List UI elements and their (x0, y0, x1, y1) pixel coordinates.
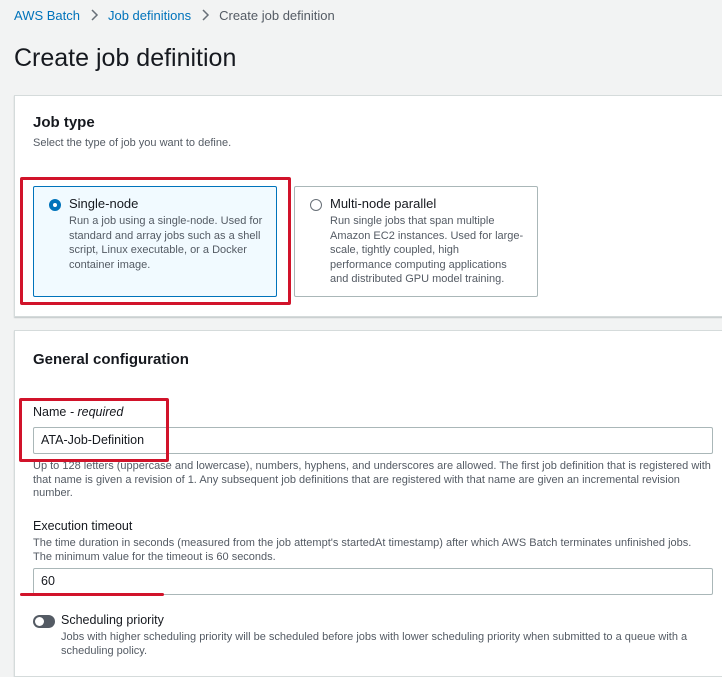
execution-timeout-input[interactable]: 60 (33, 568, 713, 595)
multi-node-parallel-radio[interactable] (310, 199, 322, 211)
toggle-knob (35, 617, 44, 626)
annotation-highlight-name (19, 398, 169, 462)
name-hint: Up to 128 letters (uppercase and lowerca… (33, 460, 711, 499)
job-type-description: Select the type of job you want to defin… (33, 137, 232, 149)
chevron-right-icon (197, 7, 213, 23)
scheduling-priority-label: Scheduling priority (61, 613, 164, 627)
breadcrumb-job-definitions-link[interactable]: Job definitions (108, 8, 191, 23)
page-title: Create job definition (14, 44, 237, 72)
breadcrumb-current: Create job definition (219, 7, 335, 23)
execution-timeout-label: Execution timeout (33, 519, 133, 533)
annotation-underline-timeout (20, 593, 164, 596)
multi-node-parallel-option[interactable]: Multi-node parallel Run single jobs that… (294, 186, 538, 297)
scheduling-priority-hint: Jobs with higher scheduling priority wil… (61, 631, 688, 657)
general-configuration-header: General configuration (33, 351, 189, 368)
chevron-right-icon (86, 7, 102, 23)
breadcrumb-aws-batch-link[interactable]: AWS Batch (14, 8, 80, 23)
multi-node-parallel-label: Multi-node parallel (330, 196, 437, 211)
breadcrumb: AWS Batch Job definitions Create job def… (14, 7, 335, 23)
scheduling-priority-toggle[interactable] (33, 615, 55, 628)
multi-node-parallel-description: Run single jobs that span multiple Amazo… (330, 215, 524, 285)
job-type-header: Job type (33, 114, 95, 131)
annotation-highlight-single-node (20, 177, 291, 305)
execution-timeout-hint: The time duration in seconds (measured f… (33, 537, 692, 563)
general-configuration-panel: General configuration Name - required AT… (14, 330, 722, 677)
